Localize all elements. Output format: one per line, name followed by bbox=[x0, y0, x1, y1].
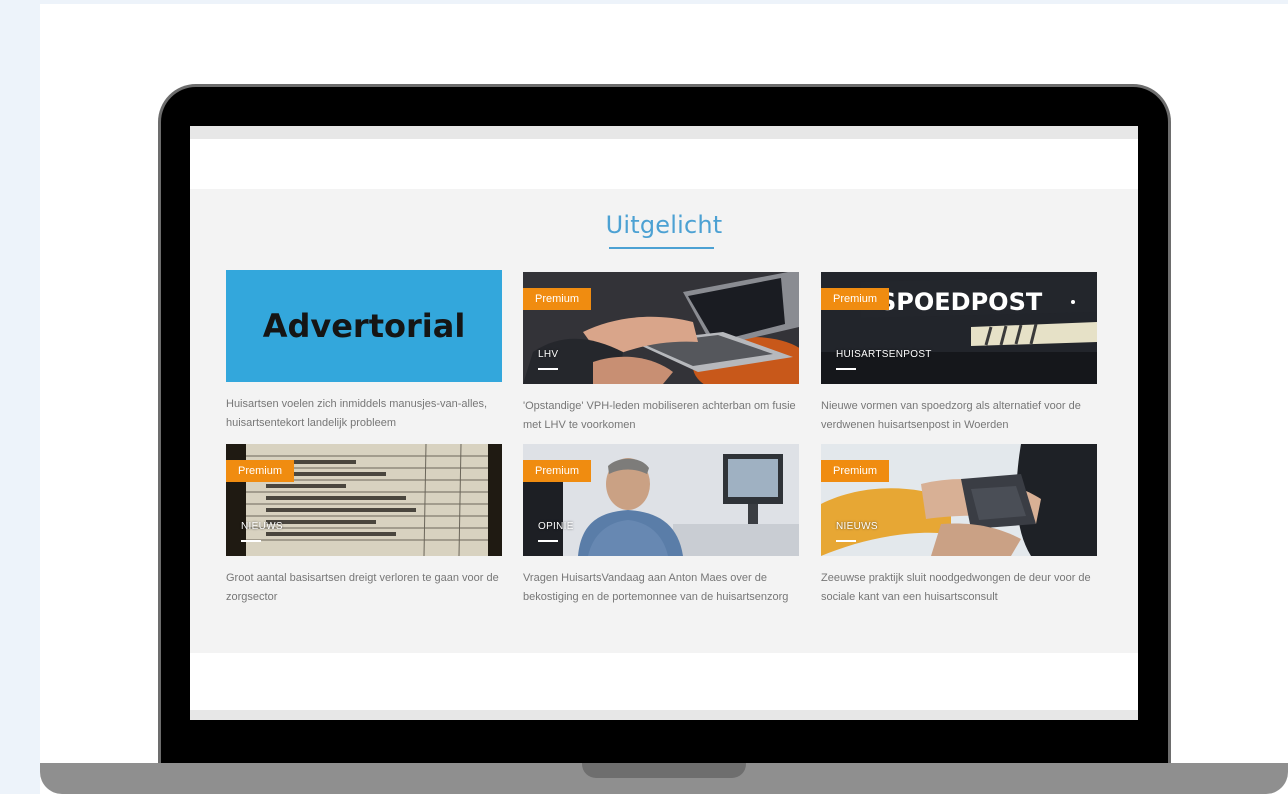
article-title[interactable]: Zeeuwse praktijk sluit noodgedwongen de … bbox=[821, 569, 1103, 607]
category-underline bbox=[836, 368, 856, 370]
category-underline bbox=[836, 540, 856, 542]
category-label[interactable]: HUISARTSENPOST bbox=[836, 349, 932, 360]
category-underline bbox=[538, 540, 558, 542]
featured-section: Uitgelicht Advertorial Huisartsen voelen… bbox=[190, 189, 1138, 653]
category-underline bbox=[241, 540, 261, 542]
premium-badge: Premium bbox=[821, 460, 890, 482]
article-image[interactable]: Premium NIEUWS bbox=[226, 444, 502, 556]
laptop-notch bbox=[582, 763, 746, 778]
section-title-underline bbox=[609, 247, 714, 249]
page-top-strip bbox=[0, 0, 1288, 4]
category-underline bbox=[538, 368, 558, 370]
premium-badge: Premium bbox=[226, 460, 295, 482]
premium-badge: Premium bbox=[523, 460, 592, 482]
advertorial-label: Advertorial bbox=[262, 307, 466, 345]
article-title[interactable]: Vragen HuisartsVandaag aan Anton Maes ov… bbox=[523, 569, 805, 607]
screen-bottom-bar bbox=[190, 710, 1138, 720]
category-label[interactable]: NIEUWS bbox=[836, 521, 878, 532]
article-image[interactable]: Premium LHV bbox=[523, 272, 799, 384]
article-title[interactable]: Groot aantal basisartsen dreigt verloren… bbox=[226, 569, 508, 607]
section-title: Uitgelicht bbox=[605, 211, 723, 239]
article-title[interactable]: Huisartsen voelen zich inmiddels manusje… bbox=[226, 395, 508, 433]
category-label[interactable]: OPINIE bbox=[538, 521, 574, 532]
article-image[interactable]: Premium NIEUWS bbox=[821, 444, 1097, 556]
article-title[interactable]: Nieuwe vormen van spoedzorg als alternat… bbox=[821, 397, 1103, 435]
advertorial-image[interactable]: Advertorial bbox=[226, 270, 502, 382]
article-image[interactable]: Premium OPINIE bbox=[523, 444, 799, 556]
premium-badge: Premium bbox=[821, 288, 890, 310]
spoedpost-sign-text: SPOEDPOST bbox=[879, 288, 1043, 316]
premium-badge: Premium bbox=[523, 288, 592, 310]
screen-top-bar bbox=[190, 126, 1138, 139]
laptop-screen: Uitgelicht Advertorial Huisartsen voelen… bbox=[190, 126, 1138, 720]
category-label[interactable]: LHV bbox=[538, 349, 558, 360]
article-image[interactable]: SPOEDPOST Premium HUISARTSENPOST bbox=[821, 272, 1097, 384]
page-left-strip bbox=[0, 0, 40, 794]
article-title[interactable]: 'Opstandige' VPH-leden mobiliseren achte… bbox=[523, 397, 805, 435]
category-label[interactable]: NIEUWS bbox=[241, 521, 283, 532]
